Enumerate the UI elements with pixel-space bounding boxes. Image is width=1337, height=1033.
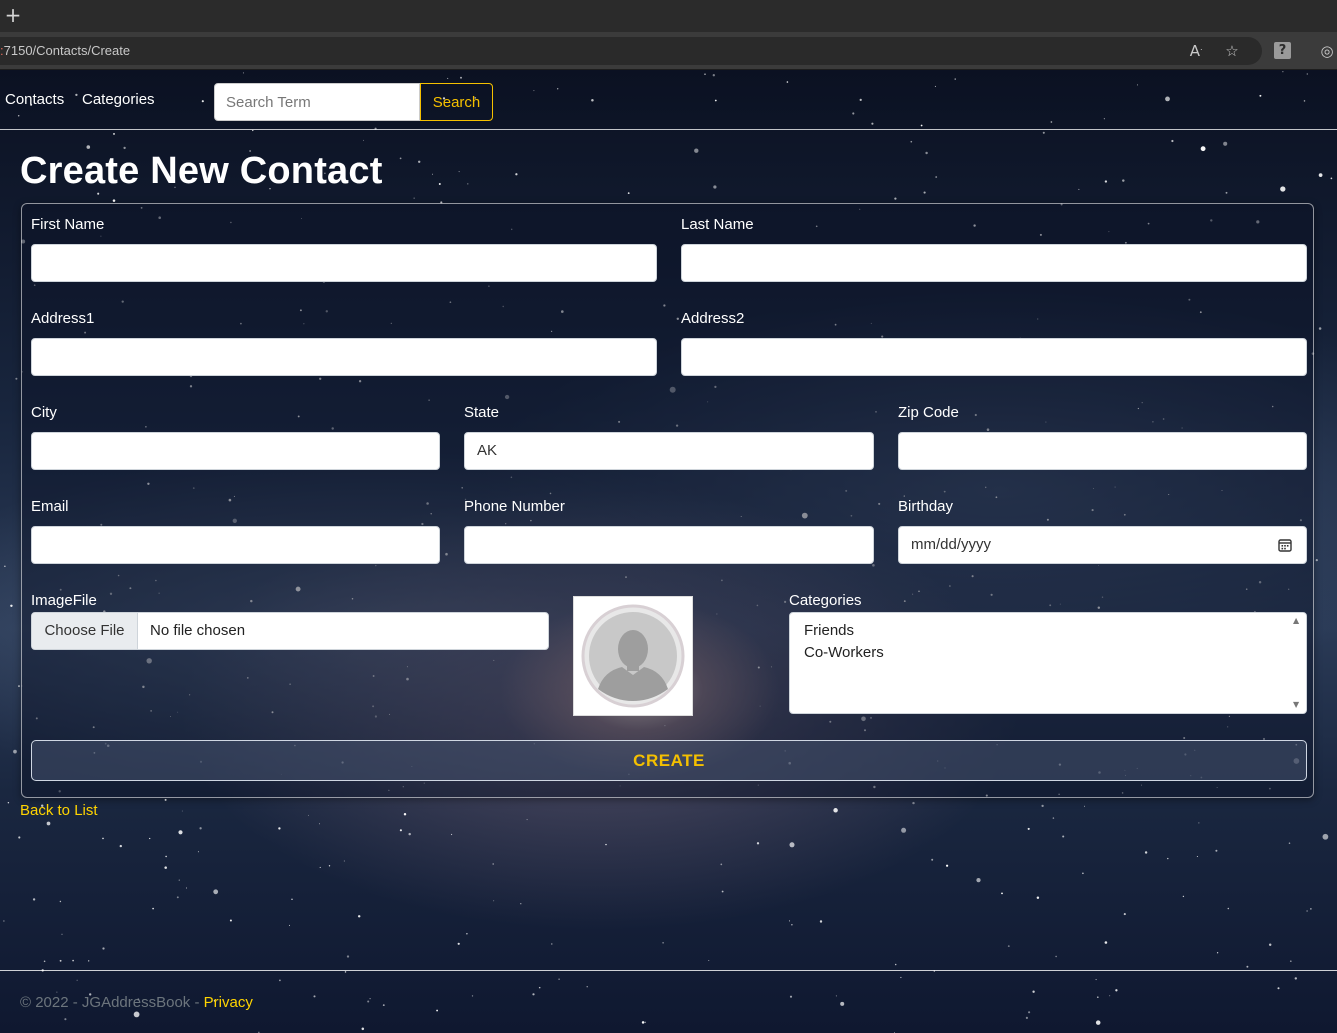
page-title: Create New Contact: [20, 150, 383, 192]
birthday-label: Birthday: [898, 498, 954, 515]
first-name-input[interactable]: [31, 244, 657, 282]
address1-input[interactable]: [31, 338, 657, 376]
phone-number-input[interactable]: [464, 526, 874, 564]
city-label: City: [31, 404, 57, 421]
footer-text: © 2022 - JGAddressBook - Privacy: [20, 994, 253, 1011]
copilot-icon[interactable]: ◎: [1317, 41, 1337, 61]
search-input[interactable]: [214, 83, 420, 121]
state-select[interactable]: AK: [464, 432, 874, 470]
choose-file-button[interactable]: Choose File: [32, 613, 138, 649]
zip-code-label: Zip Code: [898, 404, 959, 421]
email-label: Email: [31, 498, 69, 515]
contact-image-preview: [573, 596, 693, 716]
city-input[interactable]: [31, 432, 440, 470]
phone-number-label: Phone Number: [464, 498, 565, 515]
state-label: State: [464, 404, 500, 421]
categories-multiselect[interactable]: Friends Co-Workers ▲ ▼: [789, 612, 1307, 714]
scroll-down-icon[interactable]: ▼: [1293, 701, 1299, 709]
add-favorite-icon[interactable]: ☆: [1222, 41, 1242, 61]
scroll-up-icon[interactable]: ▲: [1293, 617, 1299, 625]
create-contact-form: First Name Last Name Address1 Address2 C…: [21, 203, 1314, 798]
address1-label: Address1: [31, 310, 95, 327]
scrollbar[interactable]: ▲ ▼: [1289, 613, 1306, 713]
categories-label: Categories: [789, 592, 862, 609]
image-file-label: ImageFile: [31, 592, 97, 609]
footer: © 2022 - JGAddressBook - Privacy: [0, 970, 1337, 1033]
browser-tab-strip: +: [0, 0, 1337, 32]
image-file-input[interactable]: Choose File No file chosen: [31, 612, 549, 650]
search-button[interactable]: Search: [420, 83, 493, 121]
copyright-text: © 2022 - JGAddressBook -: [20, 994, 200, 1011]
address2-input[interactable]: [681, 338, 1307, 376]
category-option[interactable]: Co-Workers: [804, 644, 884, 661]
birthday-placeholder: mm/dd/yyyy: [911, 536, 992, 553]
email-input[interactable]: [31, 526, 440, 564]
last-name-label: Last Name: [681, 216, 754, 233]
back-to-list-link[interactable]: Back to List: [20, 802, 98, 819]
address2-label: Address2: [681, 310, 745, 327]
last-name-input[interactable]: [681, 244, 1307, 282]
help-icon[interactable]: ?: [1274, 42, 1291, 59]
nav-categories-link[interactable]: Categories: [82, 91, 155, 108]
navbar: Contacts Categories Search: [0, 70, 1337, 130]
read-aloud-icon[interactable]: Aᐧ: [1186, 41, 1206, 61]
default-avatar-icon: [581, 604, 685, 708]
calendar-icon[interactable]: [1278, 538, 1292, 552]
category-option[interactable]: Friends: [804, 622, 854, 639]
create-button[interactable]: CREATE: [31, 740, 1307, 781]
privacy-link[interactable]: Privacy: [204, 994, 253, 1011]
first-name-label: First Name: [31, 216, 105, 233]
browser-toolbar: :7150/Contacts/Create Aᐧ ☆ ? ◎: [0, 32, 1337, 70]
file-name-text: No file chosen: [150, 622, 246, 639]
plus-icon[interactable]: +: [4, 4, 22, 26]
address-bar[interactable]: :7150/Contacts/Create: [0, 37, 1262, 65]
page-background: Contacts Categories Search Create New Co…: [0, 70, 1337, 1033]
birthday-input[interactable]: mm/dd/yyyy: [898, 526, 1307, 564]
address-bar-url: :7150/Contacts/Create: [0, 43, 131, 58]
zip-code-input[interactable]: [898, 432, 1307, 470]
nav-contacts-link[interactable]: Contacts: [5, 91, 64, 108]
